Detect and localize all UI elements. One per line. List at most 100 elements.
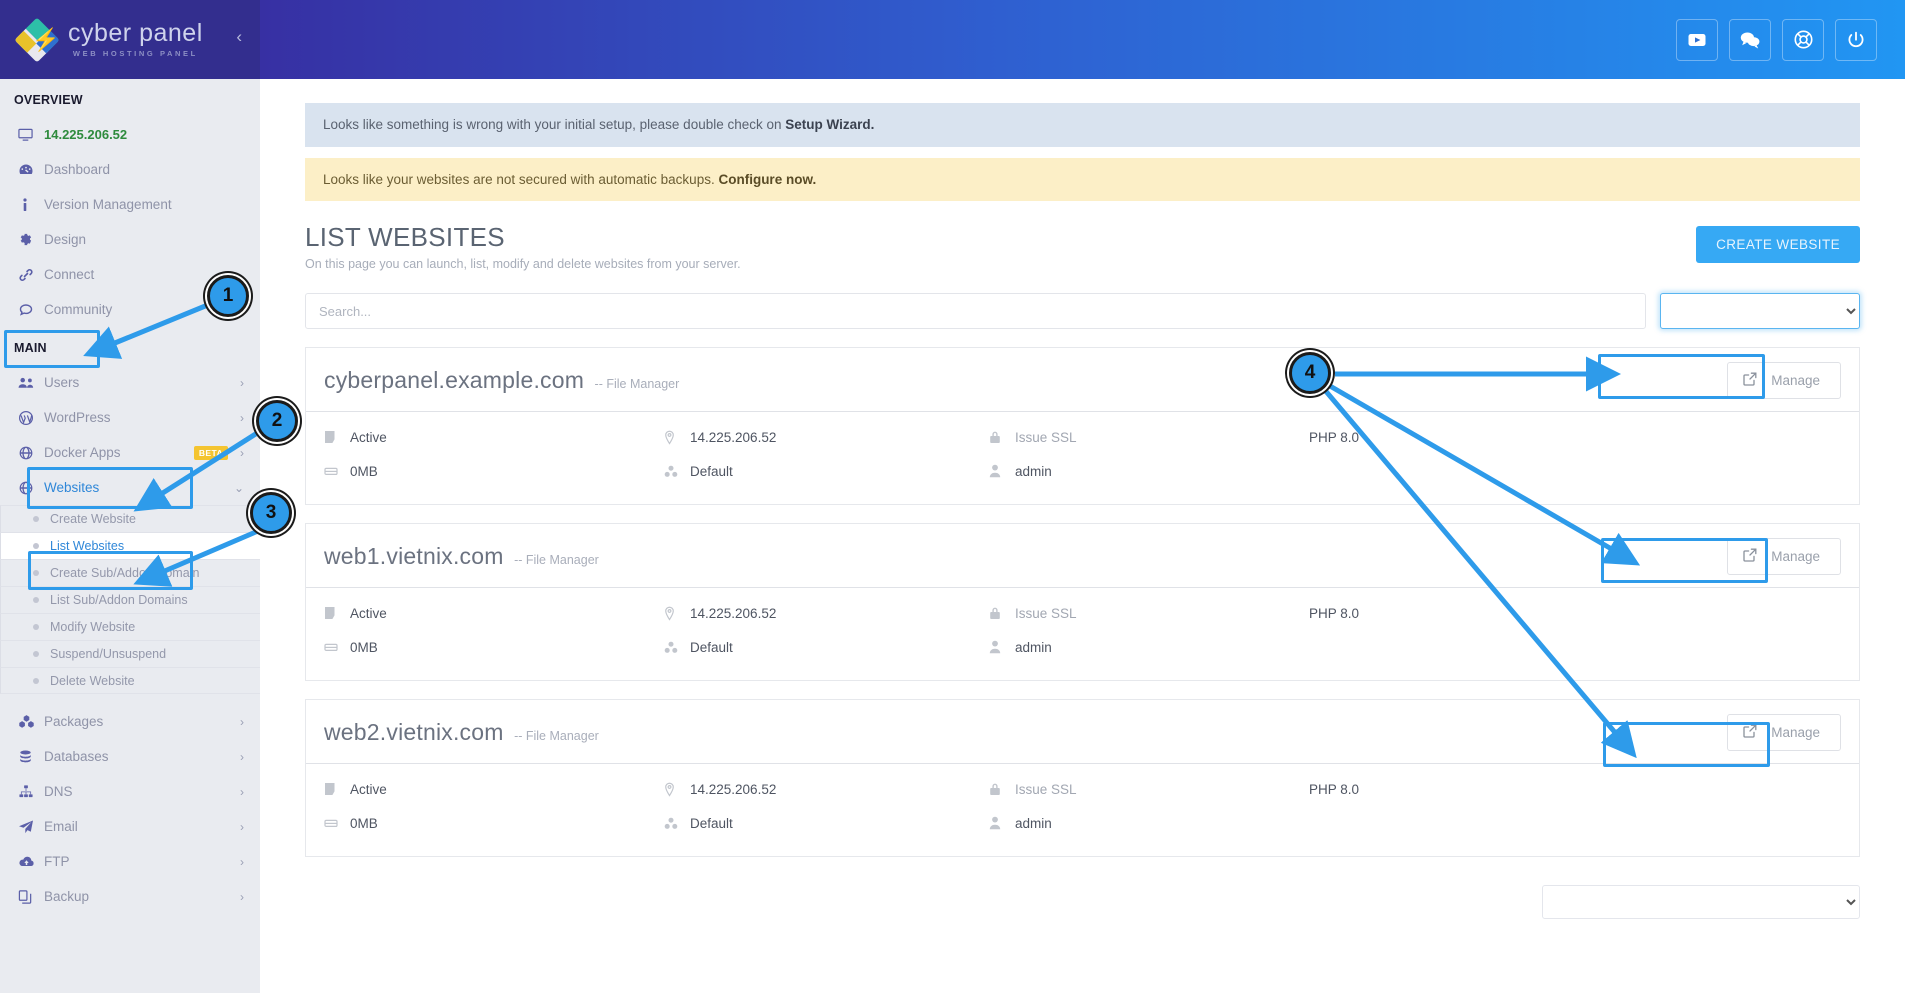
ssl-cell[interactable]: Issue SSL xyxy=(989,782,1309,797)
sidebar-subitem-label: List Sub/Addon Domains xyxy=(50,593,188,607)
package-icon xyxy=(664,817,690,830)
page-header: LIST WEBSITES On this page you can launc… xyxy=(305,222,1860,271)
chevron-right-icon: › xyxy=(240,445,244,460)
website-domain[interactable]: web1.vietnix.com xyxy=(324,543,504,569)
packages-icon xyxy=(18,714,44,729)
sitemap-icon xyxy=(18,784,44,799)
php-cell: PHP 8.0 xyxy=(1309,430,1529,445)
sidebar-subitem-label: Create Website xyxy=(50,512,136,526)
sidebar-item-backup[interactable]: Backup › xyxy=(0,879,260,914)
status-cell: Active xyxy=(324,606,664,621)
sidebar-item-wordpress[interactable]: WordPress › xyxy=(0,400,260,435)
file-manager-link[interactable]: -- File Manager xyxy=(514,553,599,567)
manage-button-label: Manage xyxy=(1771,373,1820,389)
bullet-icon xyxy=(33,651,39,657)
sidebar-item-label: 14.225.206.52 xyxy=(44,127,128,142)
sidebar-item-community[interactable]: Community xyxy=(0,292,260,327)
brand-header: ⚡ cyber panel WEB HOSTING PANEL ‹ xyxy=(0,0,260,79)
manage-button[interactable]: Manage xyxy=(1727,362,1841,400)
sidebar-subitem-list-websites[interactable]: List Websites xyxy=(0,532,260,559)
chat-icon[interactable] xyxy=(1729,18,1771,61)
sidebar-item-server-ip[interactable]: 14.225.206.52 xyxy=(0,117,260,152)
info-icon xyxy=(18,197,44,213)
globe-icon xyxy=(18,480,44,496)
lifebuoy-icon[interactable] xyxy=(1782,18,1824,61)
manage-button[interactable]: Manage xyxy=(1727,538,1841,576)
sidebar-item-docker-apps[interactable]: Docker Apps BETA › xyxy=(0,435,260,470)
sidebar-item-email[interactable]: Email › xyxy=(0,809,260,844)
sidebar-subitem-modify-website[interactable]: Modify Website xyxy=(0,613,260,640)
sidebar-collapse-icon[interactable]: ‹ xyxy=(236,28,242,45)
setup-wizard-link[interactable]: Setup Wizard. xyxy=(785,117,874,132)
sidebar-item-label: Email xyxy=(44,819,78,834)
website-domain[interactable]: web2.vietnix.com xyxy=(324,719,504,745)
package-value: Default xyxy=(690,639,733,655)
bullet-icon xyxy=(33,624,39,630)
sidebar-item-packages[interactable]: Packages › xyxy=(0,704,260,739)
manage-button[interactable]: Manage xyxy=(1727,714,1841,752)
hdd-icon xyxy=(324,817,350,829)
ssl-value: Issue SSL xyxy=(1015,429,1077,445)
sidebar-subitem-create-website[interactable]: Create Website xyxy=(0,505,260,532)
php-value: PHP 8.0 xyxy=(1309,605,1360,621)
ssl-value: Issue SSL xyxy=(1015,605,1077,621)
sidebar-subitem-create-sub-addon-domain[interactable]: Create Sub/Addon Domain xyxy=(0,559,260,586)
power-icon[interactable] xyxy=(1835,18,1877,61)
sidebar-item-version-management[interactable]: Version Management xyxy=(0,187,260,222)
bullet-icon xyxy=(33,570,39,576)
website-info-row: 0MB Default admin xyxy=(324,630,1841,664)
status-icon xyxy=(324,430,350,444)
websites-submenu: Create Website List Websites Create Sub/… xyxy=(0,505,260,694)
sidebar-subitem-suspend-unsuspend[interactable]: Suspend/Unsuspend xyxy=(0,640,260,667)
hdd-icon xyxy=(324,641,350,653)
page-title: LIST WEBSITES xyxy=(305,222,505,253)
sidebar-subitem-list-sub-addon-domains[interactable]: List Sub/Addon Domains xyxy=(0,586,260,613)
sidebar-item-databases[interactable]: Databases › xyxy=(0,739,260,774)
sidebar-item-dashboard[interactable]: Dashboard xyxy=(0,152,260,187)
sidebar-item-label: Version Management xyxy=(44,197,172,212)
bullet-icon xyxy=(33,516,39,522)
sidebar-item-users[interactable]: Users › xyxy=(0,365,260,400)
user-icon xyxy=(989,464,1015,478)
ssl-cell[interactable]: Issue SSL xyxy=(989,606,1309,621)
sidebar-item-dns[interactable]: DNS › xyxy=(0,774,260,809)
youtube-icon[interactable] xyxy=(1676,18,1718,61)
search-input[interactable] xyxy=(305,293,1646,330)
main-content: Looks like something is wrong with your … xyxy=(260,79,1905,993)
php-value: PHP 8.0 xyxy=(1309,429,1360,445)
status-icon xyxy=(324,782,350,796)
sidebar-item-design[interactable]: Design xyxy=(0,222,260,257)
chevron-right-icon: › xyxy=(240,784,244,799)
paper-plane-icon xyxy=(18,819,44,835)
sidebar-item-connect[interactable]: Connect xyxy=(0,257,260,292)
configure-now-link[interactable]: Configure now. xyxy=(718,172,816,187)
package-value: Default xyxy=(690,463,733,479)
disk-value: 0MB xyxy=(350,463,378,479)
location-pin-icon xyxy=(664,782,690,797)
sidebar-item-label: Backup xyxy=(44,889,90,904)
records-per-page-select[interactable] xyxy=(1660,293,1860,330)
create-website-button[interactable]: CREATE WEBSITE xyxy=(1696,226,1860,264)
sidebar-item-label: Community xyxy=(44,302,113,317)
website-domain[interactable]: cyberpanel.example.com xyxy=(324,367,584,393)
disk-usage-cell: 0MB xyxy=(324,464,664,479)
package-value: Default xyxy=(690,815,733,831)
sidebar-item-websites[interactable]: Websites ⌄ xyxy=(0,470,260,505)
ssl-cell[interactable]: Issue SSL xyxy=(989,430,1309,445)
website-card-body: Active 14.225.206.52 Issue SSL PHP 8.0 0… xyxy=(306,764,1859,856)
website-card-body: Active 14.225.206.52 Issue SSL PHP 8.0 0… xyxy=(306,412,1859,504)
lock-icon xyxy=(989,782,1015,796)
status-cell: Active xyxy=(324,430,664,445)
globe-icon xyxy=(18,445,44,461)
sidebar-item-ftp[interactable]: FTP › xyxy=(0,844,260,879)
file-manager-link[interactable]: -- File Manager xyxy=(514,729,599,743)
sidebar-subitem-label: Suspend/Unsuspend xyxy=(50,647,167,661)
website-card-header: web1.vietnix.com -- File Manager Manage xyxy=(306,524,1859,589)
php-value: PHP 8.0 xyxy=(1309,781,1360,797)
sidebar-section-main: MAIN xyxy=(14,341,47,355)
package-cell: Default xyxy=(664,816,989,831)
sidebar-subitem-delete-website[interactable]: Delete Website xyxy=(0,667,260,694)
pagination-select[interactable] xyxy=(1542,885,1860,920)
cyberpanel-logo-icon: ⚡ xyxy=(14,16,60,63)
file-manager-link[interactable]: -- File Manager xyxy=(595,377,680,391)
